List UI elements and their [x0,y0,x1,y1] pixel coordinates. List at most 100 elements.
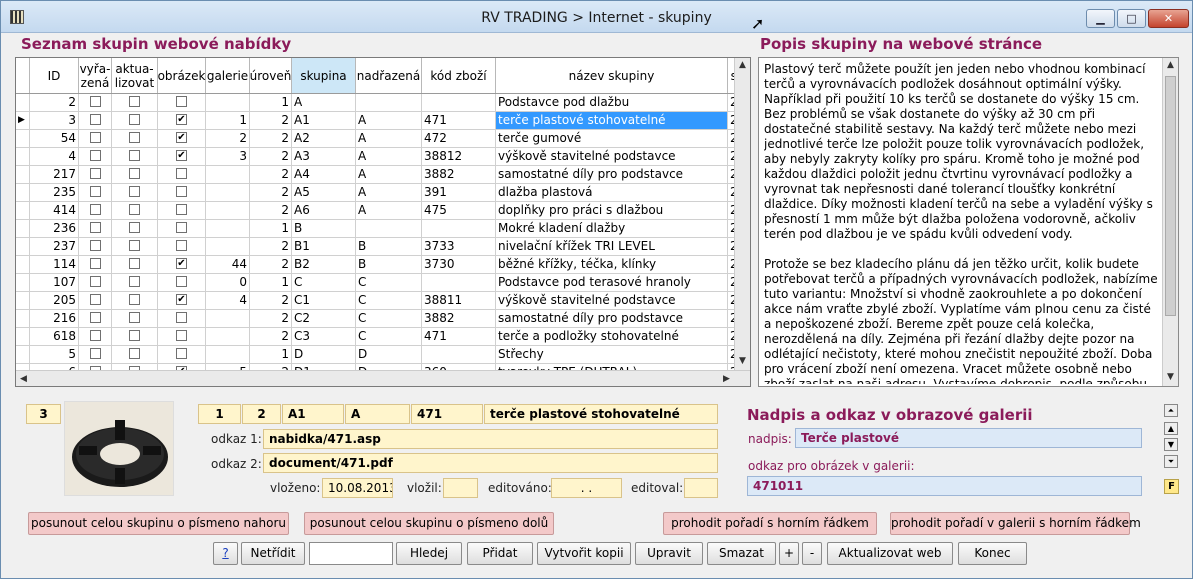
checkbox-cell[interactable] [158,94,206,111]
column-header[interactable]: vyřa- zená [79,58,112,93]
cell-id[interactable]: 236 [30,220,79,237]
checkbox-checked-icon[interactable]: ✔ [176,114,187,125]
cell-kod[interactable]: 38811 [422,292,496,309]
cell-kod[interactable]: 38812 [422,148,496,165]
cell-nazev[interactable]: terče plastové stohovatelné [496,112,728,129]
table-row[interactable]: 4142A6A475doplňky pro práci s dlažbou20 [16,202,748,220]
cell-ur[interactable]: 2 [250,310,292,327]
cell-nazev[interactable]: Střechy [496,346,728,363]
cell-nazev[interactable]: nivelační křížek TRI LEVEL [496,238,728,255]
gallery-heading-input[interactable]: Terče plastové [795,428,1142,448]
cell-nazev[interactable]: Mokré kladení dlažby [496,220,728,237]
checkbox-cell[interactable] [79,328,112,345]
cell-gal[interactable]: 0 [206,274,250,291]
table-row[interactable]: 21APodstavce pod dlažbu20 [16,94,748,112]
cell-nazev[interactable]: samostatné díly pro podstavce [496,166,728,183]
cell-id[interactable]: 5 [30,346,79,363]
checkbox-cell[interactable] [112,202,158,219]
table-row[interactable]: 6182C3C471terče a podložky stohovatelné2… [16,328,748,346]
gallery-link-input[interactable]: 471011 [747,476,1142,496]
checkbox-icon[interactable] [176,186,187,197]
checkbox-cell[interactable] [158,328,206,345]
scrollbar-thumb[interactable] [1165,76,1176,316]
checkbox-icon[interactable] [89,294,101,305]
table-row[interactable]: 51DDStřechy20 [16,346,748,364]
cell-ur[interactable]: 1 [250,94,292,111]
description-textarea[interactable]: Plastový terč můžete použít jen jeden ne… [758,57,1179,387]
checkbox-cell[interactable] [79,184,112,201]
cell-ur[interactable]: 2 [250,238,292,255]
table-row[interactable]: 216 2 C2 C 3882 samostatné díly pro podstavce… [16,310,748,328]
checkbox-cell[interactable] [79,256,112,273]
cell-gal[interactable] [206,238,250,255]
checkbox-cell[interactable] [79,148,112,165]
checkbox-icon[interactable] [176,276,187,287]
checkbox-icon[interactable] [89,348,101,359]
checkbox-icon[interactable] [89,276,101,287]
checkbox-cell[interactable] [112,220,158,237]
table-row[interactable]: 2372B1B3733nivelační křížek TRI LEVEL20 [16,238,748,256]
cell-id[interactable]: 114 [30,256,79,273]
checkbox-cell[interactable]: ✔ [158,292,206,309]
checkbox-icon[interactable] [176,222,187,233]
checkbox-cell[interactable]: ✔ [158,148,206,165]
cell-gal[interactable]: 4 [206,292,250,309]
cell-sk[interactable]: B [292,220,356,237]
cell-id[interactable]: 235 [30,184,79,201]
table-row[interactable]: ▶3✔12A1A471terče plastové stohovatelné20 [16,112,748,130]
cell-gal[interactable] [206,166,250,183]
cell-nad[interactable]: D [356,346,422,363]
cell-kod[interactable] [422,346,496,363]
f-button[interactable]: F [1164,479,1179,494]
checkbox-icon[interactable] [176,348,187,359]
checkbox-icon[interactable] [89,168,101,179]
nav-next-icon[interactable]: ▼ [1164,438,1178,451]
checkbox-icon[interactable] [89,222,101,233]
help-button[interactable]: ? [213,542,238,565]
checkbox-cell[interactable] [79,112,112,129]
checkbox-icon[interactable] [89,258,101,269]
cell-nad[interactable]: A [356,130,422,147]
column-header[interactable]: skupina [292,58,356,93]
checkbox-icon[interactable] [129,114,140,125]
cell-nad[interactable]: A [356,184,422,201]
cell-sk[interactable]: B2 [292,256,356,273]
checkbox-checked-icon[interactable]: ✔ [176,150,187,161]
checkbox-cell[interactable] [79,130,112,147]
checkbox-cell[interactable] [112,346,158,363]
checkbox-icon[interactable] [129,240,140,251]
grid-horizontal-scrollbar[interactable]: ◀ ▶ [16,370,750,386]
cell-gal[interactable] [206,346,250,363]
cell-gal[interactable]: 1 [206,112,250,129]
link2-input[interactable]: document/471.pdf [263,453,718,473]
cell-gal[interactable] [206,328,250,345]
detail-product-code[interactable]: 471 [411,404,483,424]
checkbox-cell[interactable] [158,346,206,363]
cell-kod[interactable] [422,220,496,237]
cell-nad[interactable]: B [356,256,422,273]
cell-nazev[interactable]: výškově stavitelné podstavce [496,148,728,165]
move-group-up-button[interactable]: posunout celou skupinu o písmeno nahoru [28,512,289,535]
cell-sk[interactable]: A3 [292,148,356,165]
cell-id[interactable]: 618 [30,328,79,345]
cell-nazev[interactable]: doplňky pro práci s dlažbou [496,202,728,219]
copy-button[interactable]: Vytvořit kopii [537,542,631,565]
checkbox-cell[interactable] [79,238,112,255]
scroll-up-icon[interactable]: ▲ [739,60,746,70]
cell-nad[interactable]: C [356,292,422,309]
checkbox-cell[interactable] [112,256,158,273]
cell-ur[interactable]: 2 [250,202,292,219]
checkbox-icon[interactable] [89,96,101,107]
cell-id[interactable]: 54 [30,130,79,147]
checkbox-cell[interactable]: ✔ [158,112,206,129]
checkbox-icon[interactable] [129,150,140,161]
cell-ur[interactable]: 1 [250,220,292,237]
cell-sk[interactable]: A [292,94,356,111]
cell-id[interactable]: 2 [30,94,79,111]
checkbox-cell[interactable] [79,220,112,237]
checkbox-cell[interactable] [79,292,112,309]
cell-gal[interactable]: 44 [206,256,250,273]
table-row[interactable]: 2361BMokré kladení dlažby20 [16,220,748,238]
cell-kod[interactable] [422,94,496,111]
checkbox-icon[interactable] [176,312,187,323]
